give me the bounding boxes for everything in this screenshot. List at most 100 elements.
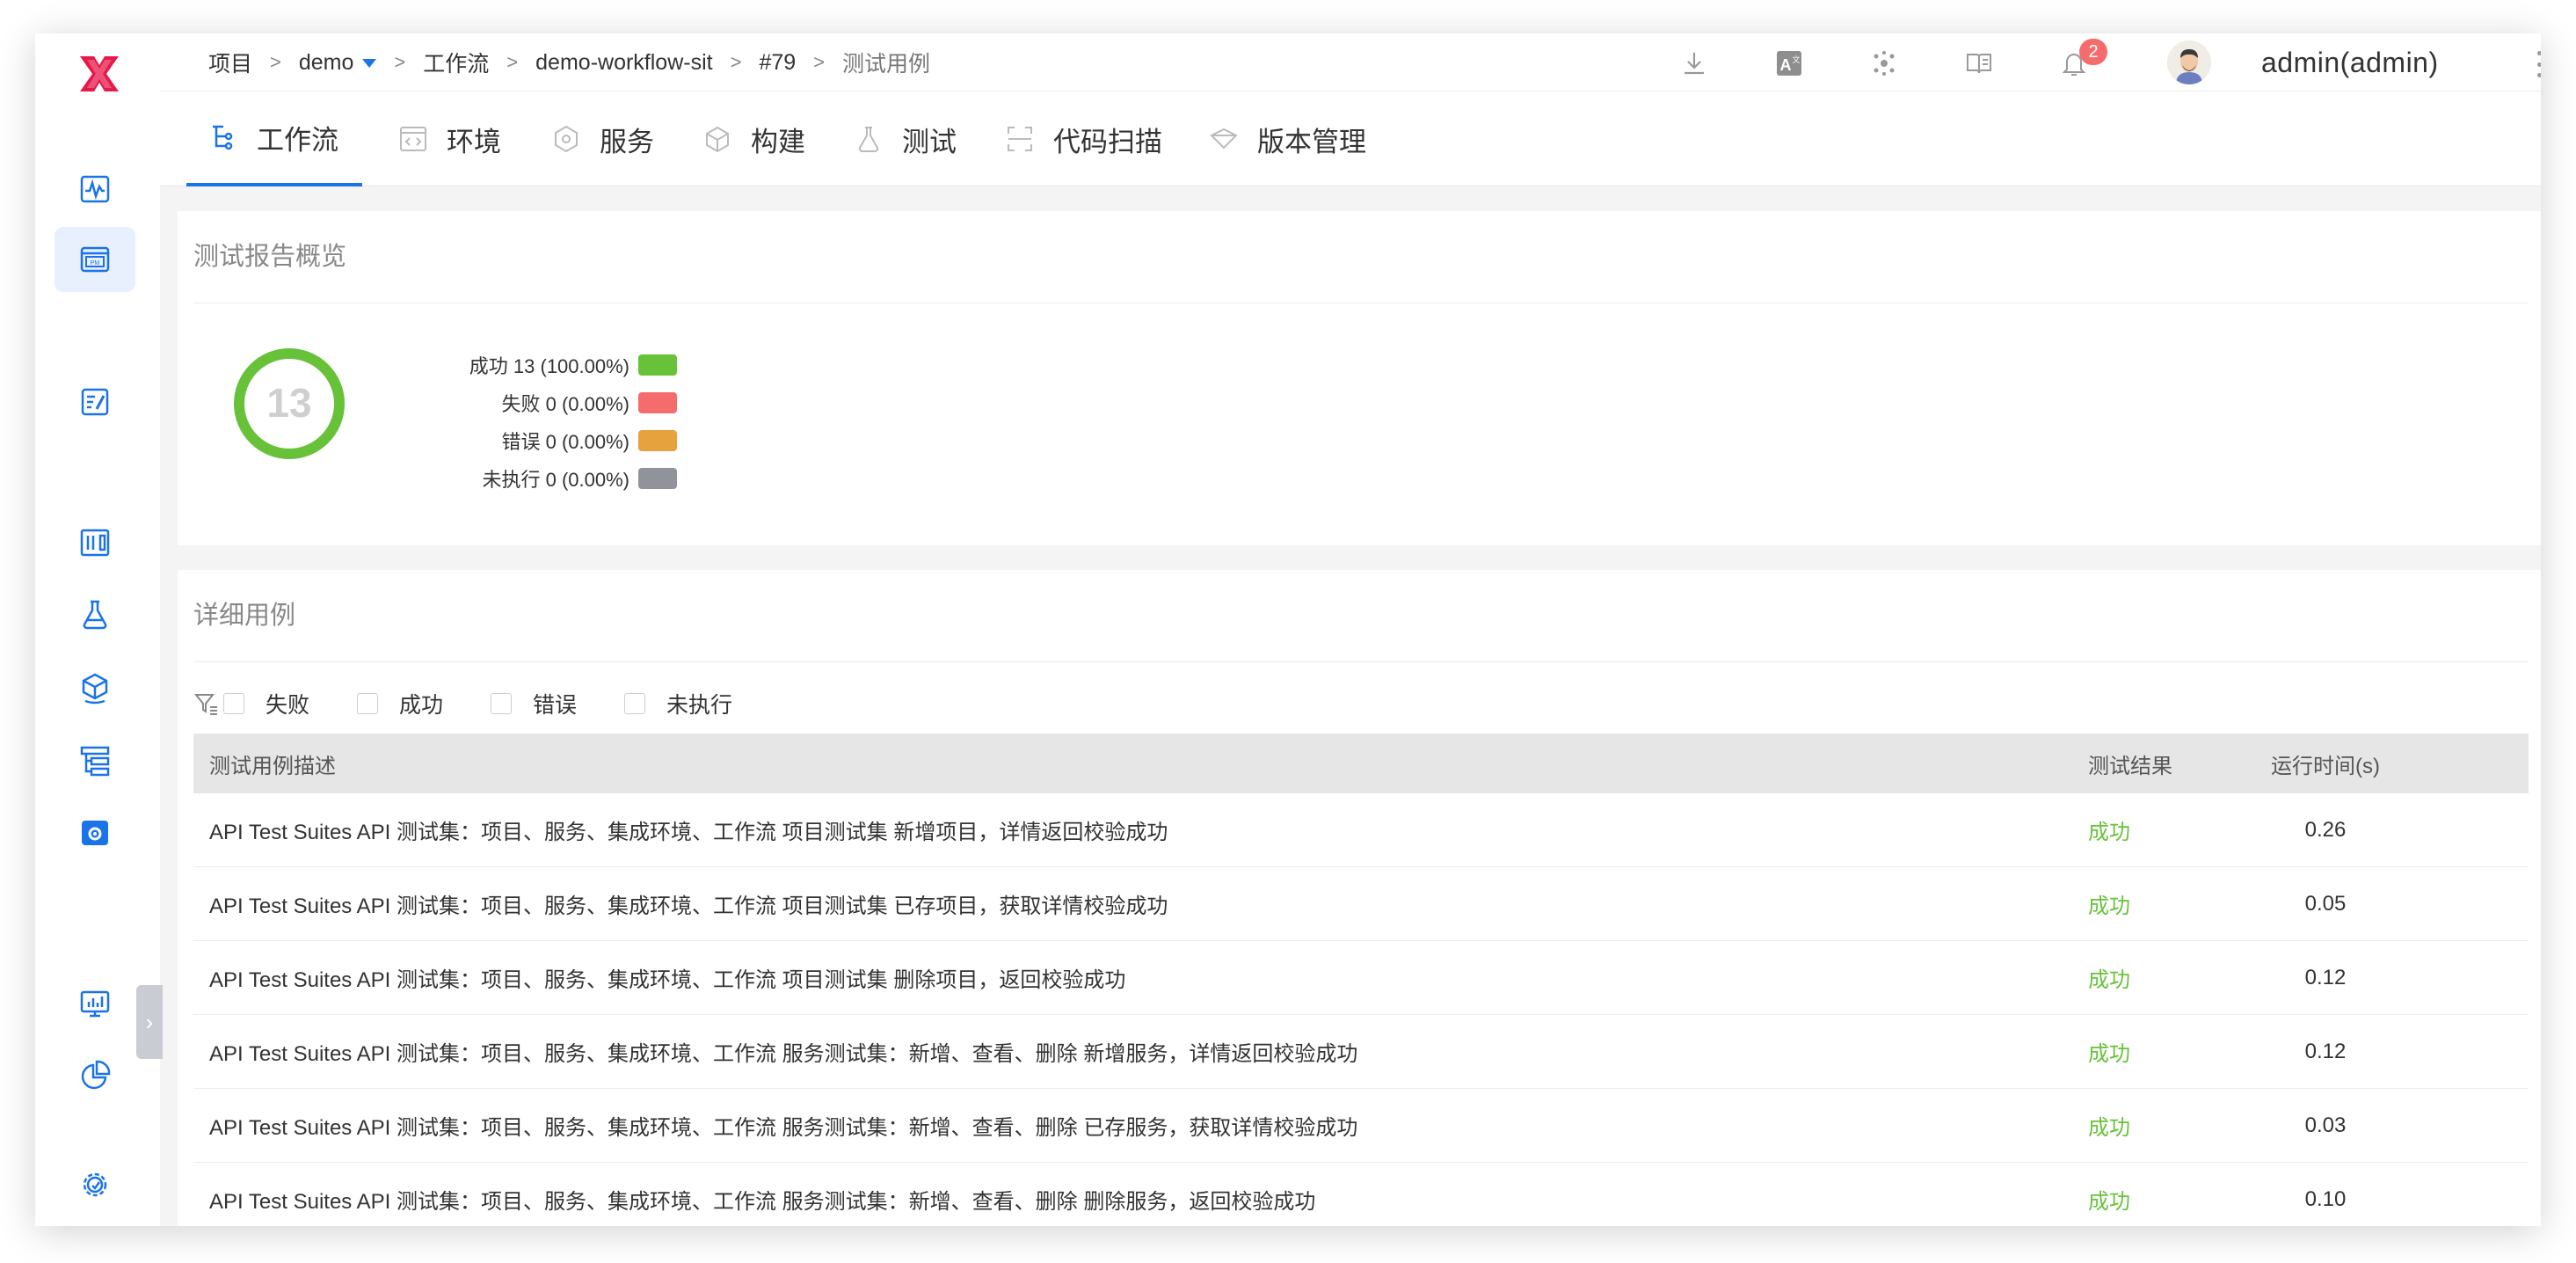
- chevron-right-icon: ›: [145, 1008, 154, 1035]
- code-scan-icon: [1008, 127, 1032, 151]
- tree-list-icon: [80, 746, 110, 777]
- breadcrumb-workflow[interactable]: demo-workflow-sit: [535, 50, 712, 76]
- svg-text:A: A: [1780, 56, 1792, 74]
- table-row[interactable]: API Test Suites API 测试集：项目、服务、集成环境、工作流 项…: [193, 867, 2529, 941]
- avatar[interactable]: [2167, 40, 2211, 84]
- tab-code-scan[interactable]: 代码扫描: [1004, 91, 1162, 186]
- table-header: 测试用例描述 测试结果 运行时间(s): [193, 734, 2529, 793]
- workflow-icon: [213, 125, 233, 150]
- table-row[interactable]: API Test Suites API 测试集：项目、服务、集成环境、工作流 项…: [193, 793, 2529, 867]
- translate-button[interactable]: A文: [1772, 46, 1807, 81]
- case-result: 成功: [2088, 1190, 2130, 1214]
- version-icon: [1210, 128, 1238, 150]
- breadcrumb: 项目 > demo > 工作流 > demo-workflow-sit > #7…: [208, 33, 930, 91]
- flask-icon: [83, 600, 107, 630]
- breadcrumb-project-select[interactable]: demo: [299, 50, 377, 76]
- breadcrumb-project[interactable]: demo: [299, 50, 354, 75]
- case-result: 成功: [2088, 821, 2130, 844]
- legend-failed-label: 失败 0 (0.00%): [501, 393, 630, 415]
- svg-text:文: 文: [1792, 55, 1800, 64]
- app-window: PM › 项目 > demo > 工作流 > demo-workflow-sit…: [35, 33, 2541, 1226]
- notifications-button[interactable]: 2: [2056, 39, 2107, 81]
- table-row[interactable]: API Test Suites API 测试集：项目、服务、集成环境、工作流 服…: [193, 1163, 2529, 1226]
- breadcrumb-run[interactable]: #79: [759, 50, 796, 76]
- tab-service-label: 服务: [600, 126, 654, 157]
- tab-test[interactable]: 测试: [853, 91, 957, 186]
- download-icon: [1685, 53, 1704, 75]
- tab-service[interactable]: 服务: [550, 91, 654, 186]
- plugins-button[interactable]: [1867, 46, 1902, 81]
- download-button[interactable]: [1677, 46, 1712, 81]
- column-header-result[interactable]: 测试结果: [2088, 734, 2172, 793]
- breadcrumb-projects[interactable]: 项目: [208, 47, 252, 78]
- tab-build[interactable]: 构建: [702, 91, 805, 186]
- sidebar-item-stats[interactable]: [55, 1043, 135, 1108]
- sidebar-item-edit[interactable]: [55, 369, 135, 434]
- filter-not-run-label[interactable]: 未执行: [666, 688, 732, 719]
- sidebar-item-system-settings[interactable]: [55, 1152, 135, 1217]
- legend-not-run: 未执行 0 (0.00%): [325, 465, 677, 492]
- breadcrumb-separator: >: [730, 51, 742, 73]
- tab-environment[interactable]: 环境: [397, 91, 501, 186]
- filter-not-run-checkbox[interactable]: [624, 693, 646, 714]
- column-header-runtime[interactable]: 运行时间(s): [2251, 734, 2400, 793]
- filter-failed-checkbox[interactable]: [223, 693, 244, 714]
- monitor-chart-icon: [80, 990, 110, 1018]
- more-menu-icon[interactable]: [2535, 51, 2541, 77]
- sidebar-collapse-toggle[interactable]: ›: [136, 985, 163, 1059]
- filter-error-label[interactable]: 错误: [533, 688, 577, 719]
- pulse-icon: [80, 175, 110, 203]
- tab-version[interactable]: 版本管理: [1208, 91, 1366, 186]
- table-row[interactable]: API Test Suites API 测试集：项目、服务、集成环境、工作流 服…: [193, 1089, 2529, 1163]
- sidebar-item-dashboard[interactable]: [55, 157, 135, 222]
- breadcrumb-separator: >: [394, 51, 406, 73]
- sidebar-item-test[interactable]: [55, 582, 135, 647]
- case-description: API Test Suites API 测试集：项目、服务、集成环境、工作流 服…: [209, 1116, 1358, 1140]
- cube-hand-icon: [82, 673, 108, 705]
- case-result: 成功: [2088, 968, 2130, 992]
- sidebar-item-build[interactable]: [55, 510, 135, 575]
- nodes-icon: [1874, 51, 1895, 76]
- filter-failed-label[interactable]: 失败: [266, 688, 309, 719]
- case-runtime: 0.12: [2304, 1039, 2347, 1063]
- case-runtime: 0.05: [2304, 891, 2347, 916]
- notification-badge: 2: [2079, 39, 2107, 65]
- test-flask-icon: [858, 127, 879, 152]
- filter-success-checkbox[interactable]: [357, 693, 379, 714]
- column-header-description[interactable]: 测试用例描述: [209, 734, 336, 793]
- case-runtime: 0.10: [2304, 1186, 2347, 1211]
- details-card: 详细用例 失败 成功 错误 未执行 测试用例描述 测试结果 运行时间(s) AP…: [178, 570, 2541, 1226]
- tab-workflow[interactable]: 工作流: [186, 91, 362, 186]
- pie-chart-icon: [81, 1060, 111, 1090]
- case-runtime: 0.12: [2304, 965, 2347, 989]
- sidebar-item-projects[interactable]: PM: [55, 227, 135, 292]
- top-bar: 项目 > demo > 工作流 > demo-workflow-sit > #7…: [160, 33, 2541, 91]
- translate-icon: A文: [1777, 51, 1801, 76]
- sidebar-item-artifact[interactable]: [55, 656, 135, 721]
- breadcrumb-workflows[interactable]: 工作流: [423, 47, 489, 78]
- case-description: API Test Suites API 测试集：项目、服务、集成环境、工作流 项…: [209, 821, 1168, 844]
- table-row[interactable]: API Test Suites API 测试集：项目、服务、集成环境、工作流 项…: [193, 941, 2529, 1015]
- book-icon: [1967, 54, 1991, 74]
- filter-success-label[interactable]: 成功: [399, 688, 443, 719]
- case-result: 成功: [2088, 894, 2130, 918]
- legend-not-run-label: 未执行 0 (0.00%): [482, 469, 630, 491]
- sidebar-item-settings-box[interactable]: [55, 800, 135, 865]
- case-description: API Test Suites API 测试集：项目、服务、集成环境、工作流 项…: [209, 894, 1168, 918]
- legend-success: 成功 13 (100.00%): [325, 352, 677, 378]
- docs-button[interactable]: [1961, 46, 1997, 81]
- table-row[interactable]: API Test Suites API 测试集：项目、服务、集成环境、工作流 服…: [193, 1015, 2529, 1089]
- filter-icon[interactable]: [193, 690, 220, 717]
- build-board-icon: [80, 529, 110, 557]
- breadcrumb-current: 测试用例: [842, 52, 931, 77]
- sidebar-item-monitor[interactable]: [55, 971, 135, 1036]
- logo-icon[interactable]: [75, 49, 124, 99]
- filter-error-checkbox[interactable]: [491, 693, 513, 714]
- caret-down-icon[interactable]: [362, 58, 377, 68]
- case-description: API Test Suites API 测试集：项目、服务、集成环境、工作流 项…: [209, 968, 1126, 992]
- build-icon: [706, 126, 729, 153]
- username[interactable]: admin(admin): [2261, 33, 2439, 91]
- sidebar-item-pipeline[interactable]: [55, 728, 135, 793]
- gear-icon: [83, 1172, 107, 1197]
- case-description: API Test Suites API 测试集：项目、服务、集成环境、工作流 服…: [209, 1190, 1316, 1214]
